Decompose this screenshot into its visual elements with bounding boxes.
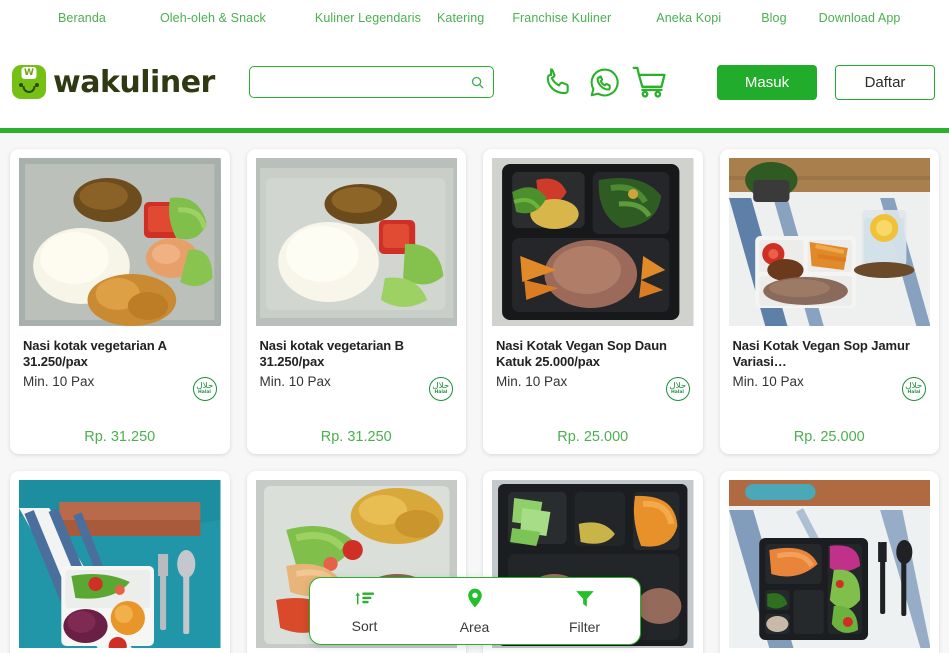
halal-badge-icon: حلال Halal: [902, 377, 926, 401]
product-min-order: Min. 10 Pax: [496, 374, 568, 389]
logo-mark-letter: W: [24, 67, 34, 78]
product-image: [492, 158, 694, 326]
filter-funnel-icon: [574, 588, 596, 614]
product-min-order: Min. 10 Pax: [259, 374, 331, 389]
product-price: Rp. 31.250: [84, 429, 156, 445]
product-image: [255, 158, 457, 326]
product-card[interactable]: Nasi Kotak Vegan Sop Jamur Variasi… Min.…: [719, 149, 939, 454]
product-title: Nasi kotak vegetarian B 31.250/pax: [259, 338, 404, 369]
nav-item-kuliner-legendaris[interactable]: Kuliner Legendaris: [315, 11, 421, 25]
product-info: [492, 648, 694, 653]
product-price: Rp. 25.000: [557, 429, 629, 445]
product-title: Nasi Kotak Vegan Sop Daun Katuk 25.000/p…: [496, 338, 667, 369]
search-input[interactable]: [260, 74, 470, 90]
nav-item-oleh-oleh-snack[interactable]: Oleh-oleh & Snack: [160, 11, 266, 25]
nav-item-download-app[interactable]: Download App: [819, 11, 901, 25]
product-title: Nasi kotak vegetarian A 31.250/pax: [23, 338, 167, 369]
search-box[interactable]: [249, 66, 494, 98]
search-icon[interactable]: [470, 75, 485, 90]
nav-item-katering[interactable]: Katering: [437, 11, 484, 25]
product-info: [729, 648, 931, 653]
product-info: Nasi Kotak Vegan Sop Daun Katuk 25.000/p…: [492, 326, 694, 389]
product-card[interactable]: Nasi kotak vegetarian A 31.250/pax Min. …: [10, 149, 230, 454]
nav-item-franchise-kuliner[interactable]: Franchise Kuliner: [512, 11, 611, 25]
phone-icon[interactable]: [535, 60, 581, 104]
wakuliner-logo-icon: W: [12, 65, 46, 99]
nav-item-beranda[interactable]: Beranda: [58, 11, 106, 25]
whatsapp-icon[interactable]: [581, 60, 627, 104]
product-info: Nasi kotak vegetarian B 31.250/pax Min. …: [256, 326, 458, 389]
header-actions: Masuk Daftar: [535, 60, 935, 104]
nav-item-blog[interactable]: Blog: [761, 11, 786, 25]
sort-button[interactable]: Sort: [310, 588, 420, 634]
area-label: Area: [459, 619, 490, 635]
halal-badge-icon: حلال Halal: [665, 377, 690, 401]
sort-label: Sort: [351, 618, 378, 634]
product-min-order: Min. 10 Pax: [732, 374, 804, 389]
product-card[interactable]: [10, 471, 230, 653]
sort-icon: [354, 588, 376, 613]
product-info: Nasi kotak vegetarian A 31.250/pax Min. …: [19, 326, 221, 389]
filter-label: Filter: [568, 618, 601, 635]
product-card[interactable]: Nasi Kotak Vegan Sop Daun Katuk 25.000/p…: [483, 149, 703, 454]
product-min-order: Min. 10 Pax: [23, 374, 95, 389]
product-image: [728, 480, 930, 648]
product-card[interactable]: Nasi kotak vegetarian B 31.250/pax Min. …: [246, 149, 466, 454]
product-info: [256, 648, 458, 653]
product-price: Rp. 25.000: [793, 429, 865, 445]
location-pin-icon: [464, 587, 486, 614]
top-navigation: Beranda Oleh-oleh & Snack Kuliner Legend…: [0, 0, 949, 36]
site-header: W wakuliner Masuk Daftar: [0, 36, 949, 128]
halal-badge-icon: حلال Halal: [192, 377, 217, 401]
product-image: [19, 158, 221, 326]
product-info: Nasi Kotak Vegan Sop Jamur Variasi… Min.…: [729, 326, 931, 389]
product-info: [19, 648, 221, 653]
product-image: [19, 480, 221, 653]
product-image: [728, 158, 930, 326]
filter-button[interactable]: Filter: [530, 588, 640, 635]
floating-action-bar: Sort Area Filter: [308, 577, 641, 645]
area-button[interactable]: Area: [420, 587, 530, 635]
halal-badge-icon: حلال Halal: [429, 377, 453, 401]
logo-text: wakuliner: [53, 64, 215, 100]
cart-icon[interactable]: [627, 60, 673, 104]
login-button[interactable]: Masuk: [717, 64, 817, 100]
product-price: Rp. 31.250: [320, 429, 392, 445]
logo[interactable]: W wakuliner: [12, 65, 234, 100]
product-card[interactable]: [719, 471, 939, 653]
register-button[interactable]: Daftar: [835, 64, 935, 100]
product-title: Nasi Kotak Vegan Sop Jamur Variasi…: [732, 338, 910, 369]
product-grid-section: Nasi kotak vegetarian A 31.250/pax Min. …: [0, 133, 949, 653]
nav-item-aneka-kopi[interactable]: Aneka Kopi: [656, 11, 721, 25]
